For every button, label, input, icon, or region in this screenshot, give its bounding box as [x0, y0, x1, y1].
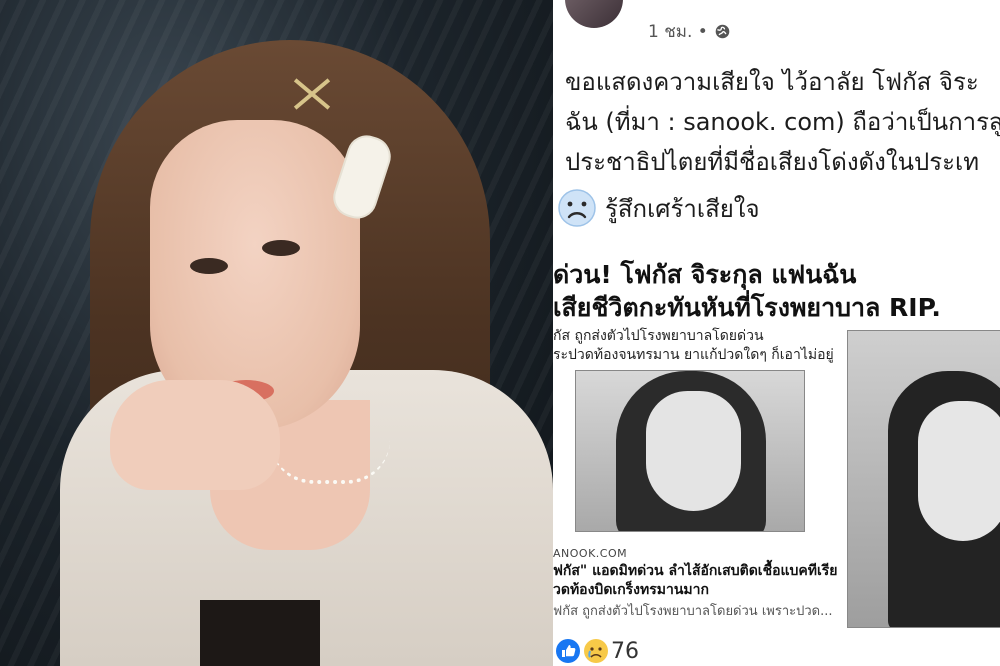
avatar[interactable]: [565, 0, 623, 28]
side-photo[interactable]: [847, 330, 1000, 628]
post-text-line: ประชาธิปไตยที่มีชื่อเสียงโด่งดังในประเท: [565, 148, 980, 176]
snippet-line: กัส ถูกส่งตัวไปโรงพยาบาลโดยด่วน: [553, 328, 764, 344]
snippet-text: กัส ถูกส่งตัวไปโรงพยาบาลโดยด่วน ระปวดท้อ…: [553, 327, 834, 365]
reaction-bar[interactable]: 76: [555, 638, 639, 664]
article-source: ANOOK.COM: [553, 547, 628, 560]
crying-face-icon: [584, 639, 608, 663]
woman-portrait-photo: [0, 0, 553, 666]
reaction-count[interactable]: 76: [611, 639, 639, 664]
article-title-line: วดท้องบิดเกร็งทรมานมาก: [553, 582, 709, 598]
facebook-post: 1 ชม. • ขอแสดงความเสียใจ ไว้อาลัย โฟกัส …: [553, 0, 1000, 666]
like-icon: [556, 639, 580, 663]
globe-icon: [715, 24, 730, 39]
feeling-label: รู้สึกเศร้าเสียใจ: [605, 194, 760, 223]
headline-line: เสียชีวิตกะทันหันที่โรงพยาบาล RIP.: [553, 293, 941, 322]
shared-headline[interactable]: ด่วน! โฟกัส จิระกุล แฟนฉัน เสียชีวิตกะทั…: [553, 258, 941, 324]
post-text-line: ฉัน (ที่มา : sanook. com) ถือว่าเป็นการส…: [565, 108, 1000, 136]
sad-face-icon: [558, 189, 596, 227]
post-time[interactable]: 1 ชม. •: [648, 18, 708, 45]
post-meta: 1 ชม. •: [648, 18, 731, 45]
article-title[interactable]: ฟกัส" แอดมิทด่วน ลำไส้อักเสบติดเชื้อแบคท…: [553, 562, 838, 600]
article-description: ฟกัส ถูกส่งตัวไปโรงพยาบาลโดยด่วน เพราะปว…: [553, 604, 833, 619]
article-thumbnail[interactable]: [575, 370, 805, 532]
post-text-line: ขอแสดงความเสียใจ ไว้อาลัย โฟกัส จิระ: [565, 68, 979, 96]
article-title-line: ฟกัส" แอดมิทด่วน ลำไส้อักเสบติดเชื้อแบคท…: [553, 563, 838, 579]
snippet-line: ระปวดท้องจนทรมาน ยาแก้ปวดใดๆ ก็เอาไม่อยู…: [553, 347, 834, 363]
feeling-status: รู้สึกเศร้าเสียใจ: [557, 188, 760, 228]
post-body-text: ขอแสดงความเสียใจ ไว้อาลัย โฟกัส จิระ ฉัน…: [565, 62, 1000, 182]
headline-line: ด่วน! โฟกัส จิระกุล แฟนฉัน: [553, 260, 857, 289]
